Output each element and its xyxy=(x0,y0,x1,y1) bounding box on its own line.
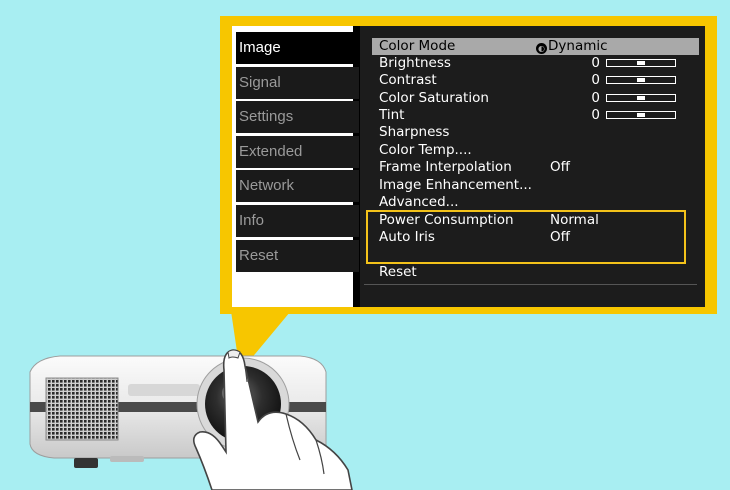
projector-illustration xyxy=(29,349,353,490)
